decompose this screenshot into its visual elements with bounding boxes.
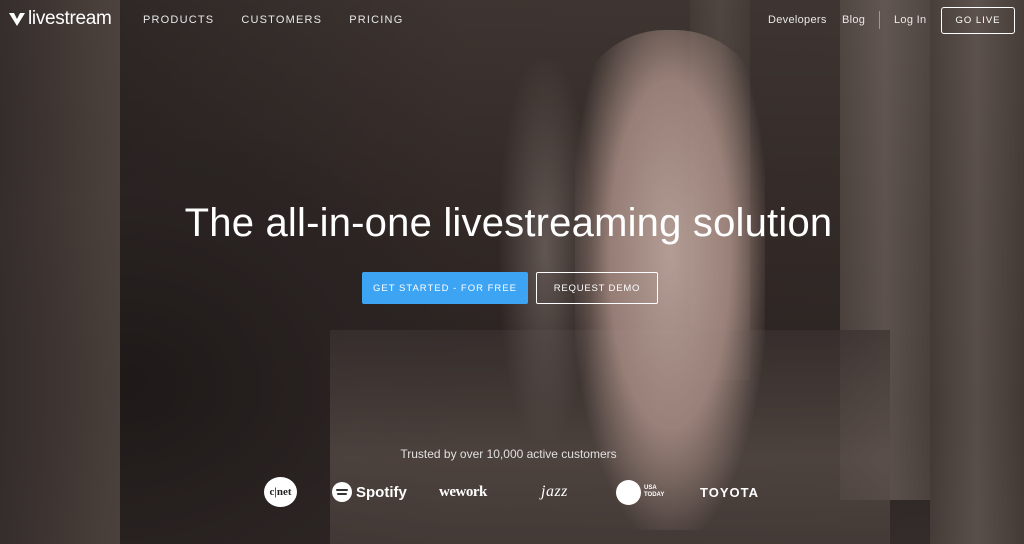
hero-section: livestream PRODUCTS CUSTOMERS PRICING De… bbox=[0, 0, 1024, 544]
logo[interactable]: livestream bbox=[8, 8, 112, 30]
wework-logo-text: wework bbox=[439, 483, 487, 500]
toyota-logo: TOYOTA bbox=[700, 477, 759, 507]
nav-products[interactable]: PRODUCTS bbox=[143, 14, 214, 26]
spotify-icon bbox=[332, 482, 352, 502]
usatoday-circle-icon bbox=[616, 479, 641, 505]
primary-nav: PRODUCTS CUSTOMERS PRICING bbox=[143, 14, 403, 26]
usatoday-logo: USA TODAY bbox=[616, 477, 668, 507]
background-column bbox=[930, 0, 1024, 544]
usatoday-logo-text: USA TODAY bbox=[644, 485, 665, 498]
nav-login[interactable]: Log In bbox=[894, 14, 926, 26]
background-column bbox=[0, 0, 120, 544]
spotify-logo: Spotify bbox=[332, 477, 407, 507]
trusted-text: Trusted by over 10,000 active customers bbox=[400, 447, 617, 461]
spotify-logo-text: Spotify bbox=[356, 483, 407, 501]
nav-pricing[interactable]: PRICING bbox=[349, 14, 403, 26]
nav-blog[interactable]: Blog bbox=[842, 14, 865, 26]
hero-headline: The all-in-one livestreaming solution bbox=[184, 201, 833, 245]
logo-text: livestream bbox=[28, 8, 112, 29]
nav-divider bbox=[879, 11, 880, 29]
get-started-button[interactable]: GET STARTED - FOR FREE bbox=[362, 272, 528, 304]
livestream-logo-icon bbox=[9, 13, 25, 26]
toyota-logo-text: TOYOTA bbox=[700, 484, 759, 500]
request-demo-button[interactable]: REQUEST DEMO bbox=[536, 272, 658, 304]
jazz-logo-text: jazz bbox=[541, 483, 568, 500]
wework-logo: wework bbox=[439, 477, 487, 507]
cnet-logo-text: c|net bbox=[269, 486, 292, 498]
jazz-logo: jazz bbox=[541, 477, 568, 507]
nav-developers[interactable]: Developers bbox=[768, 14, 827, 26]
cnet-logo: c|net bbox=[264, 477, 297, 507]
nav-customers[interactable]: CUSTOMERS bbox=[241, 14, 322, 26]
top-navigation: livestream PRODUCTS CUSTOMERS PRICING De… bbox=[0, 0, 1024, 40]
go-live-button[interactable]: GO LIVE bbox=[941, 7, 1015, 34]
